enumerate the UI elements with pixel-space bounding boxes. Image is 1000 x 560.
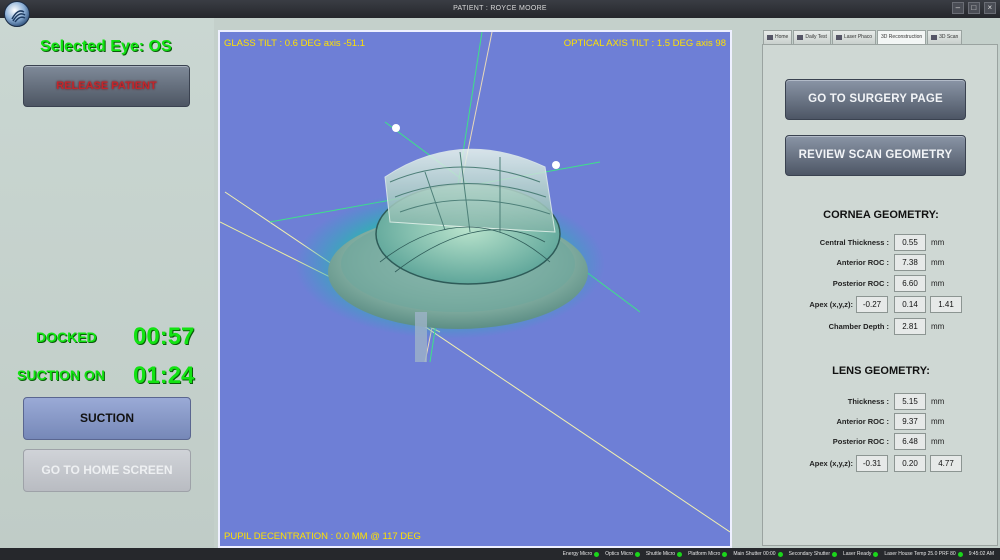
cornea-apex-y-value: 0.14 xyxy=(894,296,926,313)
window-title-bar: PATIENT : ROYCE MOORE – □ × xyxy=(0,0,1000,18)
go-to-surgery-page-button[interactable]: GO TO SURGERY PAGE xyxy=(785,79,966,120)
status-platform-micro: Platform Micro xyxy=(688,551,728,557)
3d-reconstruction-viewport[interactable]: GLASS TILT : 0.6 DEG axis -51.1 OPTICAL … xyxy=(218,30,732,548)
lens-thickness-row: Thickness : 5.15 mm xyxy=(763,393,999,411)
status-led-icon xyxy=(777,551,783,557)
cornea-anterior-roc-value: 7.38 xyxy=(894,254,926,271)
tab-3d-reconstruction[interactable]: 3D Reconstruction xyxy=(877,30,927,44)
window-controls: – □ × xyxy=(952,2,996,14)
lens-apex-y-value: 0.20 xyxy=(894,455,926,472)
dome-cap xyxy=(384,148,556,233)
cornea-geometry-title: CORNEA GEOMETRY: xyxy=(823,209,939,221)
3d-reconstruction-panel: GO TO SURGERY PAGE REVIEW SCAN GEOMETRY … xyxy=(762,44,998,546)
cornea-posterior-roc-row: Posterior ROC : 6.60 mm xyxy=(763,275,999,293)
status-led-icon xyxy=(832,551,837,557)
status-secondary-shutter: Secondary Shutter xyxy=(789,551,837,557)
go-to-home-screen-button[interactable]: GO TO HOME SCREEN xyxy=(23,449,191,492)
close-icon[interactable]: × xyxy=(984,2,996,14)
status-bar: Energy Micro Optics Micro Shuttle Micro … xyxy=(0,548,1000,560)
field-label: Posterior ROC : xyxy=(832,279,889,288)
minimize-icon[interactable]: – xyxy=(952,2,964,14)
field-label: Anterior ROC : xyxy=(836,417,890,426)
release-patient-button[interactable]: RELEASE PATIENT xyxy=(23,65,190,107)
status-clock: 9:45:02 AM xyxy=(968,551,994,557)
tab-laser-phaco[interactable]: Laser Phaco xyxy=(831,30,877,44)
status-energy-micro: Energy Micro xyxy=(563,551,600,557)
cornea-apex-row: Apex (x,y,z): -0.27 0.14 1.41 xyxy=(763,296,999,314)
cornea-central-thickness-value: 0.55 xyxy=(894,234,926,251)
lens-anterior-roc-row: Anterior ROC : 9.37 mm xyxy=(763,413,999,431)
field-label: Apex (x,y,z): xyxy=(809,300,853,309)
status-laser-ready: Laser Ready xyxy=(843,551,879,557)
cornea-posterior-roc-value: 6.60 xyxy=(894,275,926,292)
unit-label: mm xyxy=(931,238,945,247)
eye-3d-model xyxy=(220,32,730,533)
unit-label: mm xyxy=(931,417,945,426)
lens-anterior-roc-value: 9.37 xyxy=(894,413,926,430)
lens-posterior-roc-value: 6.48 xyxy=(894,433,926,450)
docked-label: DOCKED xyxy=(36,329,97,345)
status-led-icon xyxy=(634,551,640,557)
lens-apex-z-value: 4.77 xyxy=(930,455,962,472)
field-label: Central Thickness : xyxy=(819,238,889,247)
cornea-apex-z-value: 1.41 xyxy=(930,296,962,313)
status-led-icon xyxy=(677,551,683,557)
field-label: Apex (x,y,z): xyxy=(809,459,853,468)
unit-label: mm xyxy=(931,397,945,406)
glass-tilt-label: GLASS TILT : 0.6 DEG axis -51.1 xyxy=(224,38,365,49)
lens-apex-x-value: -0.31 xyxy=(856,455,888,472)
lens-thickness-value: 5.15 xyxy=(894,393,926,410)
laser-icon xyxy=(835,35,842,40)
status-led-icon xyxy=(722,551,728,557)
pupil-decentration-label: PUPIL DECENTRATION : 0.0 MM @ 117 DEG xyxy=(224,531,421,542)
home-icon xyxy=(767,35,773,40)
tab-bar: Home Daily Test Laser Phaco 3D Reconstru… xyxy=(763,30,999,44)
chamber-depth-value: 2.81 xyxy=(894,318,926,335)
left-control-panel: Selected Eye: OS RELEASE PATIENT DOCKED … xyxy=(0,18,214,548)
unit-label: mm xyxy=(931,279,945,288)
status-optics-micro: Optics Micro xyxy=(605,551,640,557)
test-icon xyxy=(797,35,804,40)
status-led-icon xyxy=(873,551,879,557)
field-label: Thickness : xyxy=(847,397,889,406)
selected-eye-label: Selected Eye: OS xyxy=(40,38,172,55)
field-label: Posterior ROC : xyxy=(832,437,889,446)
status-main-shutter: Main Shutter 00:00 xyxy=(733,551,783,557)
unit-label: mm xyxy=(931,437,945,446)
optical-axis-tilt-label: OPTICAL AXIS TILT : 1.5 DEG axis 98 xyxy=(563,38,726,49)
cornea-anterior-roc-row: Anterior ROC : 7.38 mm xyxy=(763,254,999,272)
status-laser-house-temp: Laser House Temp 25.0 PRF 80 xyxy=(884,551,963,557)
status-led-icon xyxy=(957,551,963,557)
lens-apex-row: Apex (x,y,z): -0.31 0.20 4.77 xyxy=(763,455,999,473)
suction-timer: 01:24 xyxy=(133,362,195,389)
status-shuttle-micro: Shuttle Micro xyxy=(646,551,683,557)
app-logo-icon[interactable] xyxy=(4,1,30,27)
review-scan-geometry-button[interactable]: REVIEW SCAN GEOMETRY xyxy=(785,135,966,176)
cornea-chamber-depth-row: Chamber Depth : 2.81 mm xyxy=(763,318,999,336)
field-label: Anterior ROC : xyxy=(836,258,890,267)
scan-icon xyxy=(931,35,938,40)
cornea-apex-x-value: -0.27 xyxy=(856,296,888,313)
cornea-central-thickness-row: Central Thickness : 0.55 mm xyxy=(763,234,999,252)
suction-button[interactable]: SUCTION xyxy=(23,397,191,440)
status-led-icon xyxy=(594,551,600,557)
tab-daily-test[interactable]: Daily Test xyxy=(793,30,831,44)
marker-point xyxy=(552,161,560,169)
lens-geometry-title: LENS GEOMETRY: xyxy=(832,365,930,377)
maximize-icon[interactable]: □ xyxy=(968,2,980,14)
field-label: Chamber Depth : xyxy=(828,322,889,331)
tab-home[interactable]: Home xyxy=(763,30,793,44)
suction-on-label: SUCTION ON xyxy=(17,367,105,383)
unit-label: mm xyxy=(931,258,945,267)
tab-3d-scan[interactable]: 3D Scan xyxy=(927,30,963,44)
bottom-post xyxy=(415,312,427,362)
marker-point xyxy=(392,124,400,132)
window-title: PATIENT : ROYCE MOORE xyxy=(453,5,547,12)
lens-posterior-roc-row: Posterior ROC : 6.48 mm xyxy=(763,433,999,451)
unit-label: mm xyxy=(931,322,945,331)
docked-timer: 00:57 xyxy=(133,323,195,350)
